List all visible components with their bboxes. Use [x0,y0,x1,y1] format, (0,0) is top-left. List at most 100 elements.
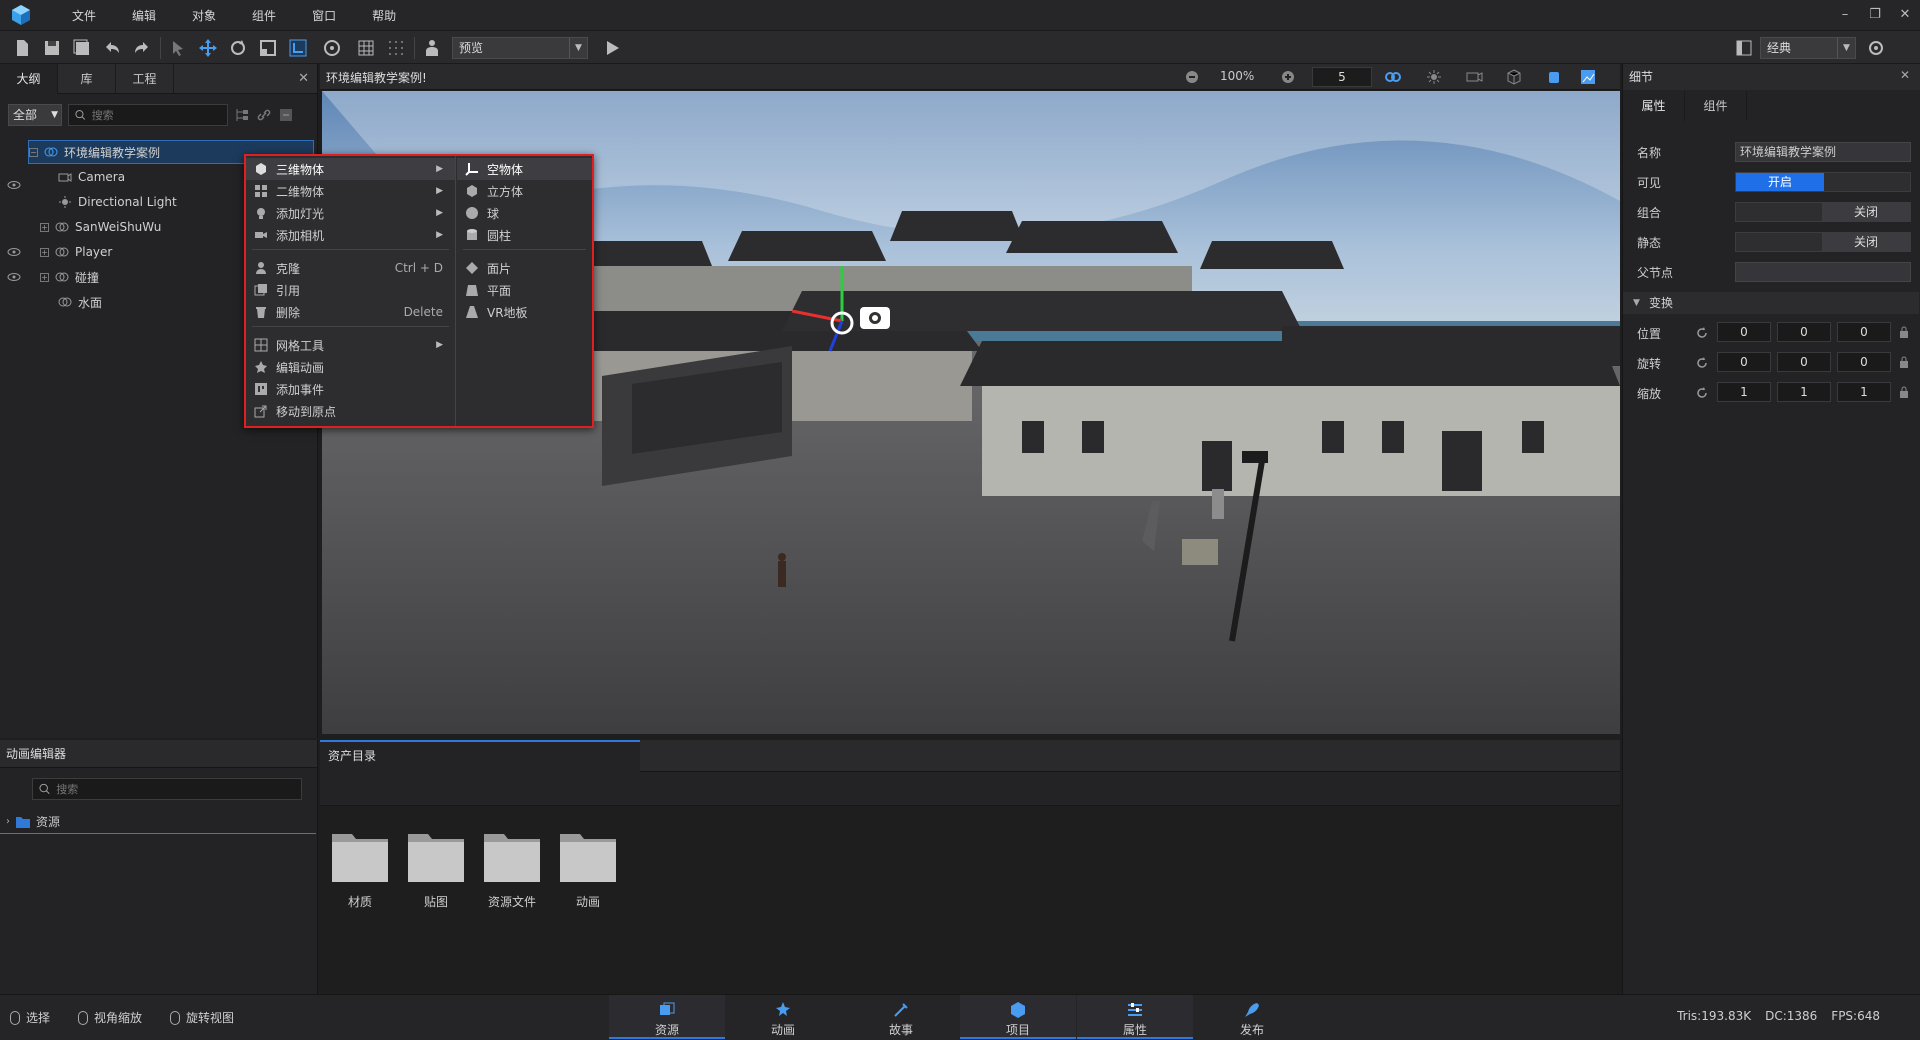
folder-materials[interactable]: 材质 [330,828,390,910]
cube-view-icon[interactable] [1506,69,1522,85]
collapse-toggle-icon[interactable]: − [29,147,38,157]
select-arrow-icon[interactable] [168,38,188,58]
close-icon[interactable]: ✕ [1900,68,1910,82]
zoom-out-icon[interactable] [1184,69,1200,85]
dot-grid-icon[interactable] [386,38,406,58]
hierarchy-icon[interactable] [234,107,250,123]
menu-item-2d-object[interactable]: 二维物体 ▶ [246,180,455,202]
menu-item-delete[interactable]: 删除 Delete [246,301,455,323]
settings-gear-icon[interactable] [1866,38,1886,58]
folder-animations[interactable]: 动画 [558,828,618,910]
outline-search-input[interactable] [91,108,227,122]
rotate-icon[interactable] [228,38,248,58]
nav-animation[interactable]: 动画 [725,995,841,1039]
view-sync-icon[interactable] [1384,69,1402,85]
close-window-icon[interactable]: ✕ [1890,0,1920,30]
minimize-icon[interactable]: – [1830,0,1860,30]
stats-toggle-icon[interactable] [1580,69,1596,85]
submenu-item-cube[interactable]: 立方体 [457,180,592,202]
expand-toggle-icon[interactable]: + [40,222,49,232]
menu-item-3d-object[interactable]: 三维物体 ▶ [246,158,455,180]
eye-icon[interactable] [7,178,21,192]
reset-icon[interactable] [1695,386,1709,400]
menu-item-mesh-tools[interactable]: 网格工具 ▶ [246,334,455,356]
expand-toggle-icon[interactable]: + [40,272,49,282]
tab-library[interactable]: 库 [58,64,116,94]
reset-icon[interactable] [1695,326,1709,340]
asset-tree-root[interactable]: › 资源 [0,810,316,834]
nav-assets[interactable]: 资源 [609,995,725,1039]
bucket-icon[interactable] [1546,69,1562,85]
move-icon[interactable] [198,38,218,58]
link-icon[interactable] [256,107,272,123]
grid-size-input[interactable]: 5 [1312,67,1372,87]
local-space-icon[interactable] [288,38,308,58]
sun-icon[interactable] [1426,69,1442,85]
menu-help[interactable]: 帮助 [354,7,414,24]
nav-project[interactable]: 项目 [960,995,1076,1039]
close-icon[interactable]: ✕ [298,71,309,86]
save-all-icon[interactable] [72,38,92,58]
menu-item-reference[interactable]: 引用 [246,279,455,301]
submenu-item-empty-object[interactable]: 空物体 [457,158,592,180]
submenu-item-vr-floor[interactable]: VR地板 [457,301,592,323]
menu-file[interactable]: 文件 [54,7,114,24]
undo-icon[interactable] [102,38,122,58]
rotation-x-input[interactable]: 0 [1717,352,1771,372]
camera-view-icon[interactable] [1466,69,1484,85]
folder-textures[interactable]: 贴图 [406,828,466,910]
outline-filter-select[interactable]: 全部 ▼ [8,104,62,126]
rotation-y-input[interactable]: 0 [1777,352,1831,372]
menu-edit[interactable]: 编辑 [114,7,174,24]
restore-icon[interactable]: ❐ [1860,0,1890,30]
play-icon[interactable] [602,38,622,58]
reset-icon[interactable] [1695,356,1709,370]
submenu-item-quad[interactable]: 面片 [457,257,592,279]
menu-window[interactable]: 窗口 [294,7,354,24]
layout-icon[interactable] [1734,38,1754,58]
new-file-icon[interactable] [12,38,32,58]
save-icon[interactable] [42,38,62,58]
submenu-item-plane[interactable]: 平面 [457,279,592,301]
folder-resource-files[interactable]: 资源文件 [482,828,542,910]
eye-icon[interactable] [7,270,21,284]
menu-item-clone[interactable]: 克隆 Ctrl + D [246,257,455,279]
zoom-in-icon[interactable] [1280,69,1296,85]
eye-icon[interactable] [7,245,21,259]
tab-properties[interactable]: 属性 [1623,91,1685,121]
expand-toggle-icon[interactable]: + [40,247,49,257]
collapse-all-icon[interactable] [278,107,294,123]
transform-section-header[interactable]: ▼ 变换 [1623,292,1919,314]
grid-icon[interactable] [356,38,376,58]
scale-icon[interactable] [258,38,278,58]
rotation-z-input[interactable]: 0 [1837,352,1891,372]
nav-publish[interactable]: 发布 [1194,995,1310,1039]
submenu-item-cylinder[interactable]: 圆柱 [457,224,592,246]
snap-icon[interactable] [322,38,342,58]
scale-x-input[interactable]: 1 [1717,382,1771,402]
position-z-input[interactable]: 0 [1837,322,1891,342]
position-y-input[interactable]: 0 [1777,322,1831,342]
submenu-item-sphere[interactable]: 球 [457,202,592,224]
tab-components[interactable]: 组件 [1685,91,1747,121]
scale-z-input[interactable]: 1 [1837,382,1891,402]
visible-toggle[interactable]: 开启 [1735,172,1911,192]
scale-y-input[interactable]: 1 [1777,382,1831,402]
parent-input[interactable] [1735,262,1911,282]
nav-properties[interactable]: 属性 [1077,995,1193,1039]
preview-mode-select[interactable]: 预览 ▼ [452,37,588,59]
menu-item-move-to-origin[interactable]: 移动到原点 [246,400,455,422]
player-icon[interactable] [422,38,442,58]
anim-search-input[interactable] [56,782,301,796]
static-toggle[interactable]: 关闭 [1735,232,1911,252]
redo-icon[interactable] [132,38,152,58]
layout-mode-select[interactable]: 经典 ▼ [1760,37,1856,59]
menu-item-edit-animation[interactable]: 编辑动画 [246,356,455,378]
menu-object[interactable]: 对象 [174,7,234,24]
tab-project[interactable]: 工程 [116,64,174,94]
tab-outline[interactable]: 大纲 [0,64,58,94]
tab-asset-directory[interactable]: 资产目录 [320,740,640,772]
position-x-input[interactable]: 0 [1717,322,1771,342]
menu-component[interactable]: 组件 [234,7,294,24]
menu-item-add-camera[interactable]: 添加相机 ▶ [246,224,455,246]
